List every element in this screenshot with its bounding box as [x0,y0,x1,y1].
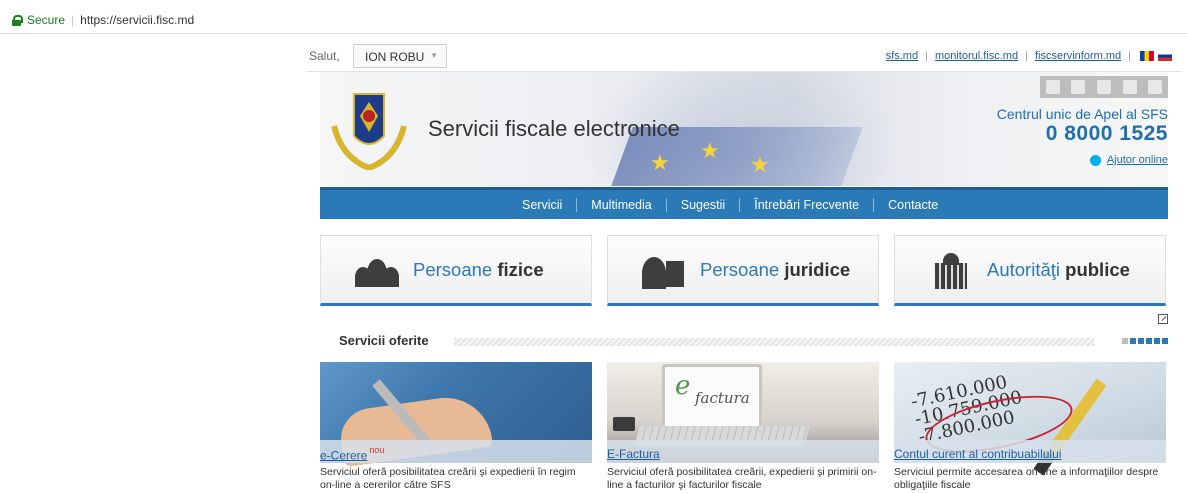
ecerere-link[interactable]: e-Cerere [320,448,367,462]
nav-item-intrebari[interactable]: Întrebări Frecvente [740,198,873,212]
people-icon [355,251,399,289]
call-center-label: Centrul unic de Apel al SFS [996,106,1168,122]
government-building-icon [929,251,973,289]
skype-icon [1089,154,1101,166]
url-field[interactable]: Secure | https://servicii.fisc.md [8,10,1178,30]
star-icon: ★ [750,152,770,177]
user-dropdown[interactable]: ION ROBU ▼ [353,44,447,68]
services-title: Servicii oferite [339,333,429,348]
edit-icon[interactable] [1158,314,1168,324]
efactura-link[interactable]: E-Factura [607,447,660,461]
rss-icon[interactable] [1122,80,1137,94]
main-nav: Servicii Multimedia Sugestii Întrebări F… [320,187,1168,219]
lock-icon [12,14,23,26]
pager-dot[interactable] [1154,338,1160,344]
sitemap-icon[interactable] [1096,80,1111,94]
browser-address-bar[interactable]: Secure | https://servicii.fisc.md [0,0,1187,34]
pager-dot[interactable] [1146,338,1152,344]
nav-item-servicii[interactable]: Servicii [508,198,576,212]
business-person-icon [642,251,686,289]
user-topbar: Salut, ION ROBU ▼ sfs.md | monitorul.fis… [306,34,1182,72]
social-bar [1040,76,1168,98]
url-text[interactable]: https://servicii.fisc.md [80,13,194,27]
nav-item-sugestii[interactable]: Sugestii [667,198,739,212]
cont-curent-link[interactable]: Contul curent al contribuabilului [894,447,1061,461]
moldova-flag-icon[interactable] [1140,51,1154,61]
gear-icon[interactable] [1148,80,1163,94]
pager-dot[interactable] [1122,338,1128,344]
nav-item-contacte[interactable]: Contacte [874,198,952,212]
pager-dot[interactable] [1138,338,1144,344]
facebook-icon[interactable] [1045,80,1060,94]
greeting-label: Salut, [309,49,340,63]
call-center-phone: 0 8000 1525 [1045,122,1168,145]
header-banner: ★ ★ ★ Servicii fiscale electronice Centr… [320,72,1168,186]
russia-flag-icon[interactable] [1158,51,1172,61]
pager-dot[interactable] [1162,338,1168,344]
category-autoritati-publice[interactable]: Autorităţi publice [894,235,1166,306]
services-header: Servicii oferite [320,314,1168,350]
category-persoane-juridice[interactable]: Persoane juridice [607,235,879,306]
ecerere-description: Serviciul oferă posibilitatea creării şi… [320,466,576,491]
pager-dot[interactable] [1130,338,1136,344]
efactura-description: Serviciul oferă posibilitatea creării, e… [607,466,877,491]
secure-label: Secure [27,13,66,27]
call-center: Centrul unic de Apel al SFS 0 8000 1525 [997,106,1168,146]
link-sfs[interactable]: sfs.md [886,50,918,62]
online-help-link[interactable]: Ajutor online [1089,154,1168,166]
star-icon: ★ [700,138,720,163]
efactura-logo: e factura [662,364,762,430]
star-icon: ★ [650,150,670,175]
user-name: ION ROBU [365,50,425,64]
site-title: Servicii fiscale electronice [428,116,680,141]
link-fiscservinform[interactable]: fiscservinform.md [1035,50,1121,62]
nav-item-multimedia[interactable]: Multimedia [577,198,665,212]
top-links: sfs.md | monitorul.fisc.md | fiscservinf… [886,50,1172,62]
service-card-ecerere[interactable]: e-Cerere nou Serviciul oferă posibilitate… [320,362,592,493]
twitter-icon[interactable] [1071,80,1086,94]
url-separator: | [71,13,75,27]
new-badge: nou [369,445,385,455]
carousel-pager[interactable] [1120,338,1168,344]
page-content: Salut, ION ROBU ▼ sfs.md | monitorul.fis… [306,34,1182,493]
service-card-efactura[interactable]: e factura E-Factura Serviciul oferă posi… [607,362,879,493]
category-persoane-fizice[interactable]: Persoane fizice [320,235,592,306]
chevron-down-icon: ▼ [430,51,438,60]
link-monitorul[interactable]: monitorul.fisc.md [935,50,1018,62]
service-card-cont-curent[interactable]: -7.610.000 -10.759.000 -7.800.000 Contul… [894,362,1166,493]
sfs-seal-logo[interactable] [328,86,410,170]
cont-curent-description: Serviciul permite accesarea on-line a in… [894,466,1159,491]
